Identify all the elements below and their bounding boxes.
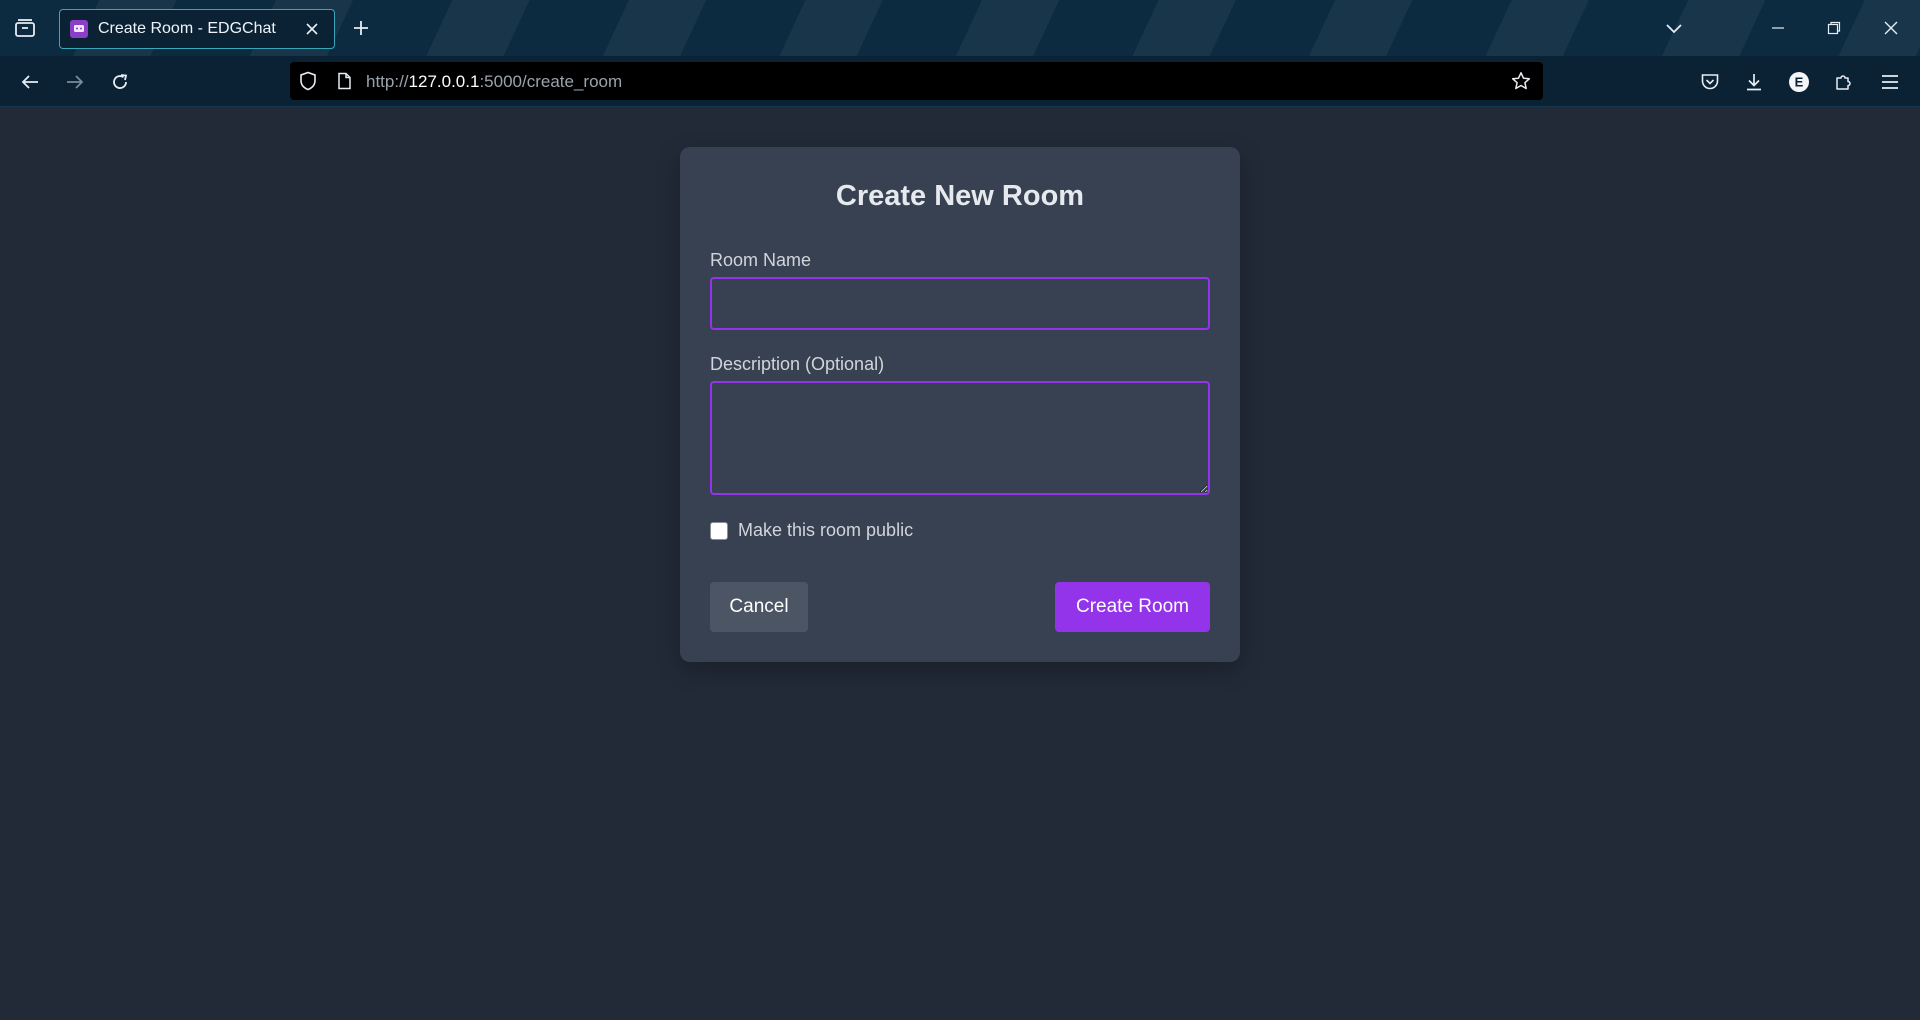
app-menu-hamburger-icon[interactable] — [1874, 66, 1906, 98]
bookmark-star-icon[interactable] — [1511, 71, 1531, 91]
tab-close-icon[interactable] — [302, 19, 322, 39]
page-document-icon[interactable] — [334, 71, 354, 91]
forward-arrow-icon[interactable] — [59, 66, 91, 98]
downloads-icon[interactable] — [1738, 66, 1770, 98]
pocket-icon[interactable] — [1694, 66, 1726, 98]
tab-list-chevron-down-icon[interactable] — [1658, 12, 1690, 44]
back-arrow-icon[interactable] — [14, 66, 46, 98]
navigation-toolbar: http://127.0.0.1:5000/create_room E — [0, 56, 1920, 107]
room-name-input[interactable] — [710, 277, 1210, 330]
public-checkbox-row[interactable]: Make this room public — [710, 520, 913, 541]
list-all-tabs-icon[interactable] — [12, 16, 38, 40]
url-host: 127.0.0.1 — [408, 72, 480, 91]
extensions-puzzle-icon[interactable] — [1828, 66, 1860, 98]
tracking-shield-icon[interactable] — [298, 71, 318, 91]
public-checkbox-label[interactable]: Make this room public — [738, 520, 913, 541]
window-close-icon[interactable] — [1875, 12, 1907, 44]
url-scheme: http:// — [366, 72, 409, 91]
url-text[interactable]: http://127.0.0.1:5000/create_room — [366, 72, 622, 92]
tab-title: Create Room - EDGChat — [98, 20, 276, 37]
address-bar[interactable]: http://127.0.0.1:5000/create_room — [290, 62, 1543, 100]
create-room-card: Create New Room Room Name Description (O… — [680, 147, 1240, 662]
browser-tab-active[interactable]: Create Room - EDGChat — [59, 9, 335, 49]
new-tab-plus-icon[interactable] — [349, 16, 373, 40]
minimize-icon[interactable] — [1762, 12, 1794, 44]
public-checkbox[interactable] — [710, 521, 728, 540]
extension-letter: E — [1795, 75, 1804, 90]
edgchat-favicon-icon — [70, 20, 88, 38]
description-textarea[interactable] — [710, 381, 1210, 495]
restore-icon[interactable] — [1818, 12, 1850, 44]
tab-strip: Create Room - EDGChat — [0, 0, 1920, 56]
create-room-button[interactable]: Create Room — [1055, 582, 1210, 632]
room-name-label: Room Name — [710, 250, 812, 270]
url-path: :5000/create_room — [479, 72, 623, 91]
page-title: Create New Room — [835, 180, 1085, 212]
cancel-button[interactable]: Cancel — [710, 582, 808, 632]
description-label: Description (Optional) — [710, 354, 885, 374]
reload-icon[interactable] — [104, 66, 136, 98]
extension-e-icon[interactable]: E — [1783, 66, 1815, 98]
